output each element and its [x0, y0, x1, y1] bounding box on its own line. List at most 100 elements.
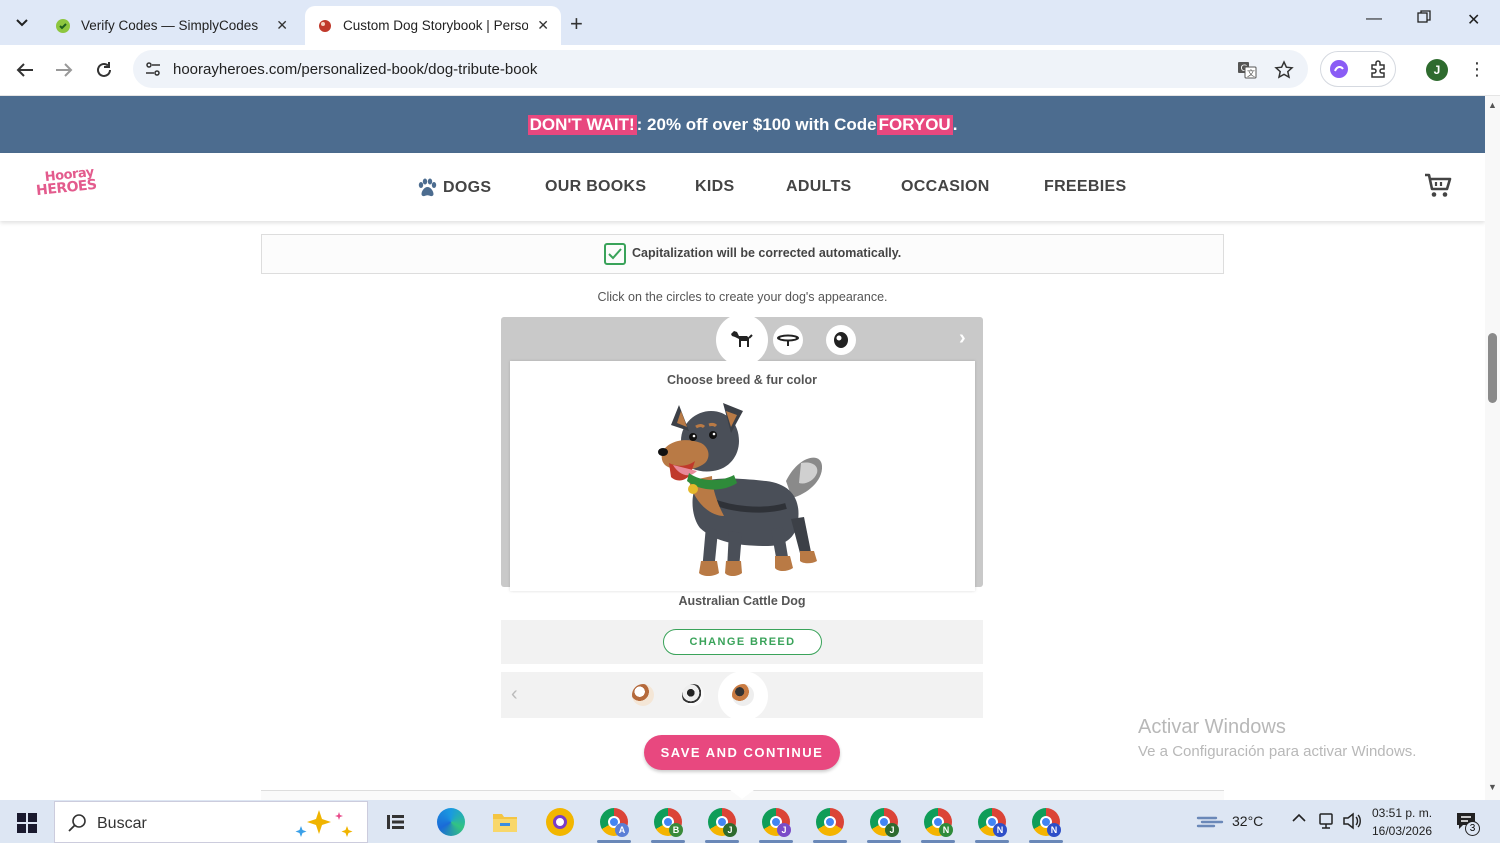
site-settings-icon[interactable] [145, 61, 161, 82]
nav-adults[interactable]: ADULTS [786, 178, 852, 196]
new-tab-plus-icon[interactable]: + [570, 11, 583, 37]
search-placeholder: Buscar [97, 815, 147, 832]
chrome-profile-icon[interactable]: N [1032, 808, 1061, 837]
chevron-right-icon[interactable]: › [959, 327, 966, 350]
edge-browser-icon[interactable] [437, 808, 465, 836]
extensions-group [1320, 51, 1396, 87]
chrome-profile-icon[interactable]: J [870, 808, 899, 837]
close-window-icon[interactable]: ✕ [1467, 10, 1480, 30]
collar-option-button[interactable] [773, 325, 803, 355]
chrome-profile-badge: B [669, 823, 683, 837]
tab-hoorayheroes[interactable]: Custom Dog Storybook | Personalized ✕ [305, 6, 561, 45]
chrome-logo-center [824, 816, 836, 828]
capitalization-text: Capitalization will be corrected automat… [632, 246, 902, 260]
appearance-instruction: Click on the circles to create your dog'… [597, 290, 888, 304]
forward-arrow-icon[interactable] [52, 58, 76, 82]
page-scrollbar[interactable]: ▲ ▼ [1485, 96, 1500, 800]
simplycodes-favicon-icon [55, 18, 71, 34]
temperature-text[interactable]: 32°C [1232, 813, 1263, 829]
chrome-profile-icon[interactable]: N [978, 808, 1007, 837]
change-breed-section: CHANGE BREED [501, 620, 983, 664]
cart-icon[interactable] [1424, 173, 1452, 204]
eye-option-button[interactable] [826, 325, 856, 355]
collar-icon [777, 334, 799, 346]
nav-our-books[interactable]: OUR BOOKS [545, 178, 646, 196]
nav-dogs[interactable]: DOGS [417, 178, 491, 197]
browser-tab-bar: Verify Codes — SimplyCodes ✕ Custom Dog … [0, 0, 1500, 45]
chevron-left-icon[interactable]: ‹ [511, 683, 518, 706]
nav-kids[interactable]: KIDS [695, 178, 734, 196]
chrome-profile-icon[interactable]: B [654, 808, 683, 837]
volume-icon[interactable] [1342, 812, 1362, 833]
tab-title: Verify Codes — SimplyCodes [81, 18, 259, 33]
nav-label: DOGS [443, 178, 492, 196]
scroll-down-arrow-icon[interactable]: ▼ [1488, 782, 1497, 792]
chrome-profile-badge: J [885, 823, 899, 837]
network-icon[interactable] [1317, 812, 1335, 833]
file-explorer-icon[interactable] [492, 811, 518, 838]
chrome-profile-badge: N [1047, 823, 1061, 837]
restore-icon[interactable] [1417, 10, 1431, 29]
chevron-up-icon[interactable] [1291, 811, 1307, 828]
chrome-profile-badge: N [993, 823, 1007, 837]
extensions-puzzle-icon[interactable] [1368, 59, 1388, 84]
fur-color-swatch-3 [732, 684, 754, 706]
task-view-icon[interactable] [386, 812, 406, 837]
nav-freebies[interactable]: FREEBIES [1044, 178, 1126, 196]
norton-app-icon[interactable] [546, 808, 574, 836]
fur-color-swatch-1[interactable] [632, 684, 654, 706]
browser-toolbar: hoorayheroes.com/personalized-book/dog-t… [0, 45, 1500, 96]
chrome-profile-icon[interactable]: J [708, 808, 737, 837]
nav-occasion[interactable]: OCCASION [901, 178, 990, 196]
clock-time: 03:51 p. m. [1372, 806, 1433, 820]
translate-icon[interactable]: G文 [1237, 60, 1257, 85]
scrollbar-thumb[interactable] [1488, 333, 1497, 403]
more-vertical-icon[interactable]: ⋮ [1468, 59, 1486, 80]
activation-title: Activar Windows [1138, 716, 1286, 738]
system-clock[interactable]: 03:51 p. m. 16/03/2026 [1372, 804, 1432, 840]
bookmark-star-icon[interactable] [1274, 60, 1294, 85]
clock-date: 16/03/2026 [1372, 824, 1433, 838]
hoorayheroes-favicon-icon [317, 18, 333, 34]
extension-icon-purple[interactable] [1329, 59, 1349, 84]
chrome-profile-badge: J [777, 823, 791, 837]
reload-icon[interactable] [92, 58, 116, 82]
eye-icon [834, 332, 848, 348]
address-bar[interactable]: hoorayheroes.com/personalized-book/dog-t… [133, 50, 1308, 88]
svg-text:文: 文 [1247, 68, 1255, 78]
close-tab-icon[interactable]: ✕ [276, 17, 288, 34]
close-tab-icon[interactable]: ✕ [537, 17, 549, 34]
fur-color-selector: ‹ [501, 671, 983, 721]
chrome-profile-icon[interactable]: A [600, 808, 629, 837]
promo-code: FORYOU [876, 114, 953, 135]
dog-silhouette-icon [731, 331, 753, 347]
weather-icon[interactable] [1196, 810, 1224, 833]
capitalization-notice: Capitalization will be corrected automat… [261, 234, 1224, 274]
tab-search-button[interactable] [8, 9, 36, 37]
tab-simplycodes[interactable]: Verify Codes — SimplyCodes ✕ [45, 6, 300, 45]
capitalization-checkbox[interactable] [604, 243, 626, 265]
promo-period: . [952, 114, 958, 134]
copilot-sparkle-icon [291, 808, 357, 843]
chrome-profile-icon[interactable]: N [924, 808, 953, 837]
site-navigation: Hooray HEROES DOGS OUR BOOKS KIDS ADULTS… [0, 153, 1485, 221]
save-and-continue-button[interactable]: SAVE AND CONTINUE [644, 735, 840, 770]
fur-color-selected[interactable] [718, 671, 768, 721]
notifications-icon[interactable]: 3 [1455, 811, 1480, 836]
breed-option-button[interactable] [716, 314, 768, 366]
activation-subtitle: Ve a Configuración para activar Windows. [1138, 743, 1417, 760]
minimize-icon[interactable]: — [1366, 10, 1382, 28]
fur-color-swatch-2[interactable] [682, 684, 704, 706]
windows-start-icon[interactable] [17, 813, 37, 838]
chevron-down-icon [16, 19, 28, 27]
chrome-profile-icon[interactable]: J [762, 808, 791, 837]
scroll-up-arrow-icon[interactable]: ▲ [1488, 100, 1497, 110]
back-arrow-icon[interactable] [13, 58, 37, 82]
chrome-profile-icon[interactable] [816, 808, 844, 836]
hooray-heroes-logo[interactable]: Hooray HEROES [34, 165, 97, 208]
taskbar-search-box[interactable]: Buscar [54, 801, 368, 843]
section-pointer [730, 790, 754, 799]
chrome-profile-badge: A [615, 823, 629, 837]
profile-avatar[interactable]: J [1426, 59, 1448, 81]
change-breed-button[interactable]: CHANGE BREED [663, 629, 822, 655]
